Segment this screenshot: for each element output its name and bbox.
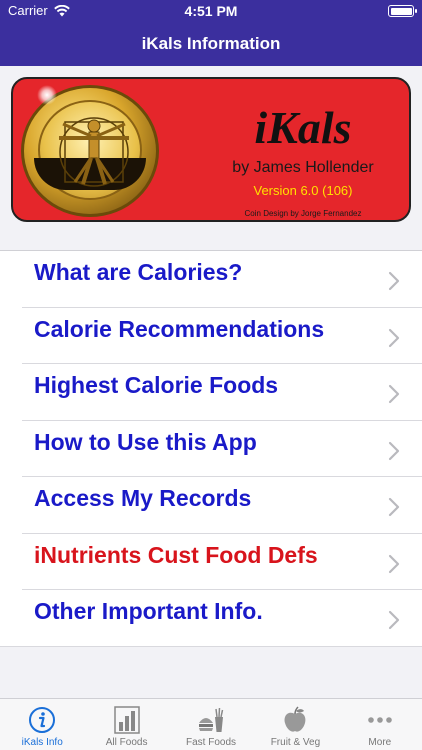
tab-label: iKals Info [21, 737, 63, 748]
banner-area: iKals by James Hollender Version 6.0 (10… [0, 66, 422, 250]
menu-item-label: Highest Calorie Foods [34, 372, 279, 398]
battery-icon [388, 5, 417, 17]
app-brand-name: iKals [254, 102, 352, 153]
chevron-right-icon [388, 497, 400, 517]
tab-label: Fruit & Veg [270, 737, 321, 748]
fast-food-icon [199, 707, 224, 732]
menu-item-label: Access My Records [34, 485, 252, 511]
chevron-right-icon [388, 554, 400, 573]
tab-all-foods[interactable]: All Foods [84, 699, 168, 750]
tab-more[interactable]: More [338, 699, 422, 750]
navigation-bar: Carrier 4:51 PM iKals Information [0, 0, 422, 66]
menu-item-highest-calorie-foods[interactable]: Highest Calorie Foods [0, 364, 422, 421]
fruit-icon [284, 706, 306, 732]
app-author: by James Hollender [232, 159, 374, 176]
tab-label: Fast Foods [186, 737, 237, 748]
chevron-right-icon [388, 441, 400, 460]
sparkle-icon [37, 85, 57, 105]
menu-item-what-are-calories[interactable]: What are Calories? [0, 251, 422, 308]
menu-item-other-important-info[interactable]: Other Important Info. [0, 590, 422, 647]
tab-ikals-info[interactable]: iKals Info [0, 699, 84, 750]
more-icon [368, 717, 392, 723]
menu-item-label: Other Important Info. [34, 598, 263, 624]
page-title: iKals Information [141, 34, 281, 53]
menu-item-access-my-records[interactable]: Access My Records [0, 477, 422, 534]
tab-fast-foods[interactable]: Fast Foods [169, 699, 253, 750]
menu-item-label: Calorie Recommendations [34, 315, 325, 342]
coin-design-credit: Coin Design by Jorge Fernandez [244, 209, 362, 218]
app-banner: iKals by James Hollender Version 6.0 (10… [11, 77, 411, 222]
chevron-right-icon [388, 384, 400, 404]
chevron-right-icon [388, 271, 400, 291]
tab-bar: iKals Info All Foods Fast Foods Fruit & … [0, 698, 422, 750]
bar-chart-icon [113, 706, 140, 734]
tab-label: All Foods [105, 737, 148, 748]
app-version: Version 6.0 (106) [253, 183, 353, 198]
chevron-right-icon [388, 610, 400, 630]
menu-item-label: iNutrients Cust Food Defs [34, 541, 318, 568]
menu-item-inutrients-cust-food-defs[interactable]: iNutrients Cust Food Defs [0, 534, 422, 591]
menu-item-label: How to Use this App [34, 428, 257, 455]
chevron-right-icon [388, 328, 400, 347]
tab-fruit-veg[interactable]: Fruit & Veg [253, 699, 337, 750]
status-time: 4:51 PM [184, 3, 238, 19]
info-menu-list: What are Calories? Calorie Recommendatio… [0, 250, 422, 647]
status-bar: Carrier 4:51 PM [0, 0, 422, 24]
vitruvian-man-icon [59, 117, 129, 187]
info-icon [29, 707, 56, 733]
menu-item-calorie-recommendations[interactable]: Calorie Recommendations [0, 308, 422, 365]
menu-item-how-to-use[interactable]: How to Use this App [0, 421, 422, 478]
tab-label: More [368, 737, 392, 748]
menu-item-label: What are Calories? [34, 259, 243, 285]
